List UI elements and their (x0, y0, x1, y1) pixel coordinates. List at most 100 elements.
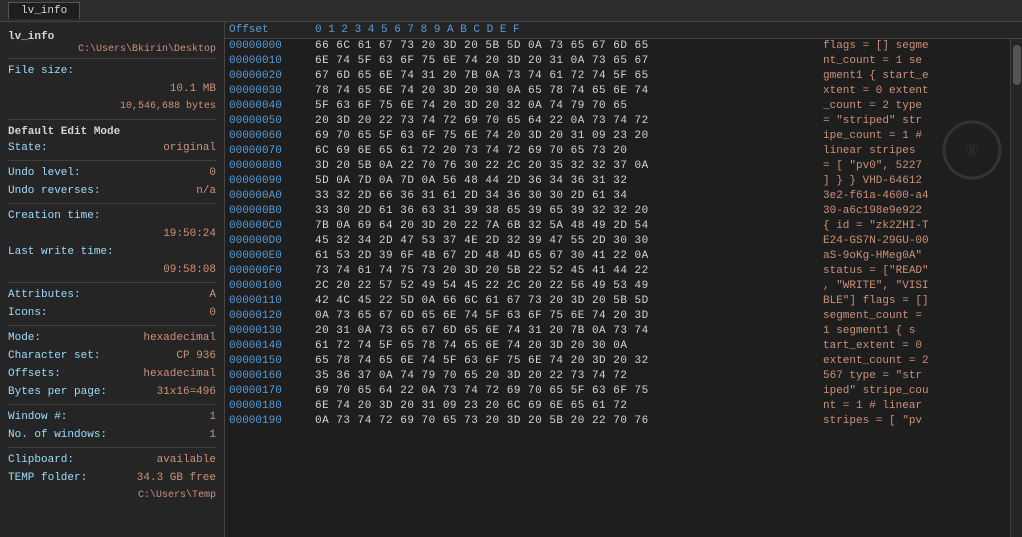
sidebar-bpp-value: 31x16=496 (157, 384, 216, 400)
ascii-text[interactable]: stripes = [ "pv (815, 414, 922, 429)
sidebar-bpp-label: Bytes per page: (8, 384, 107, 400)
sidebar-clipboard-label: Clipboard: (8, 452, 74, 468)
sidebar-undo-rev-label: Undo reverses: (8, 183, 100, 199)
ascii-text[interactable]: E24-GS7N-29GU-00 (815, 234, 929, 249)
scrollbar-thumb[interactable] (1013, 45, 1021, 85)
hex-bytes[interactable]: 67 6D 65 6E 74 31 20 7B 0A 73 74 61 72 7… (315, 69, 815, 84)
sidebar-offsets-row: Offsets: hexadecimal (8, 365, 216, 383)
offset-value: 00000010 (225, 54, 315, 69)
hex-bytes[interactable]: 6C 69 6E 65 61 72 20 73 74 72 69 70 65 7… (315, 144, 815, 159)
table-row: 00000160 35 36 37 0A 74 79 70 65 20 3D 2… (225, 369, 1010, 384)
table-row: 00000010 6E 74 5F 63 6F 75 6E 74 20 3D 2… (225, 54, 1010, 69)
offset-value: 00000060 (225, 129, 315, 144)
ascii-text[interactable]: nt_count = 1 se (815, 54, 922, 69)
ascii-text[interactable]: iped" stripe_cou (815, 384, 929, 399)
ascii-text[interactable]: _count = 2 type (815, 99, 922, 114)
sidebar-offsets-value: hexadecimal (143, 366, 216, 382)
ascii-text[interactable]: aS-9oKg-HMeg0A" (815, 249, 922, 264)
ascii-text[interactable]: ] } } VHD-64612 (815, 174, 922, 189)
sidebar-filesize-values: 10.1 MB (8, 80, 216, 98)
hex-bytes[interactable]: 45 32 34 2D 47 53 37 4E 2D 32 39 47 55 2… (315, 234, 815, 249)
ascii-text[interactable]: { id = "zk2ZHI-T (815, 219, 929, 234)
ascii-text[interactable]: 3e2-f61a-4600-a4 (815, 189, 929, 204)
hex-bytes[interactable]: 42 4C 45 22 5D 0A 66 6C 61 67 73 20 3D 2… (315, 294, 815, 309)
table-row: 000000A0 33 32 2D 66 36 31 61 2D 34 36 3… (225, 189, 1010, 204)
sidebar-icons-value: 0 (209, 305, 216, 321)
offset-value: 000000F0 (225, 264, 315, 279)
sidebar-mode-label: Mode: (8, 330, 41, 346)
table-row: 00000180 6E 74 20 3D 20 31 09 23 20 6C 6… (225, 399, 1010, 414)
sidebar-offsets-label: Offsets: (8, 366, 61, 382)
sidebar-window-label: Window #: (8, 409, 67, 425)
hex-header: Offset 0 1 2 3 4 5 6 7 8 9 A B C D E F (225, 22, 1022, 39)
ascii-text[interactable]: 567 type = "str (815, 369, 922, 384)
hex-bytes[interactable]: 35 36 37 0A 74 79 70 65 20 3D 20 22 73 7… (315, 369, 815, 384)
offset-value: 00000180 (225, 399, 315, 414)
sidebar: lv_info C:\Users\Bkirin\Desktop File siz… (0, 22, 225, 537)
hex-bytes[interactable]: 6E 74 20 3D 20 31 09 23 20 6C 69 6E 65 6… (315, 399, 815, 414)
offset-value: 00000190 (225, 414, 315, 429)
sidebar-icons-row: Icons: 0 (8, 304, 216, 322)
sidebar-mode-row: Mode: hexadecimal (8, 329, 216, 347)
hex-bytes[interactable]: 33 30 2D 61 36 63 31 39 38 65 39 65 39 3… (315, 204, 815, 219)
hex-bytes[interactable]: 69 70 65 64 22 0A 73 74 72 69 70 65 5F 6… (315, 384, 815, 399)
ascii-text[interactable]: = "striped" str (815, 114, 922, 129)
ascii-text[interactable]: nt = 1 # linear (815, 399, 922, 414)
table-row: 00000050 20 3D 20 22 73 74 72 69 70 65 6… (225, 114, 1010, 129)
hex-bytes[interactable]: 20 31 0A 73 65 67 6D 65 6E 74 31 20 7B 0… (315, 324, 815, 339)
ascii-text[interactable]: gment1 { start_e (815, 69, 929, 84)
hex-bytes[interactable]: 61 72 74 5F 65 78 74 65 6E 74 20 3D 20 3… (315, 339, 815, 354)
ascii-text[interactable]: flags = [] segme (815, 39, 929, 54)
table-row: 000000F0 73 74 61 74 75 73 20 3D 20 5B 2… (225, 264, 1010, 279)
ascii-text[interactable]: 30-a6c198e9e922 (815, 204, 922, 219)
table-row: 000000B0 33 30 2D 61 36 63 31 39 38 65 3… (225, 204, 1010, 219)
hex-bytes[interactable]: 0A 73 65 67 6D 65 6E 74 5F 63 6F 75 6E 7… (315, 309, 815, 324)
hex-bytes[interactable]: 61 53 2D 39 6F 4B 67 2D 48 4D 65 67 30 4… (315, 249, 815, 264)
tab-lv-info[interactable]: lv_info (8, 2, 80, 19)
hex-scroll-area[interactable]: 00000000 66 6C 61 67 73 20 3D 20 5B 5D 0… (225, 39, 1010, 537)
hex-content[interactable]: 00000000 66 6C 61 67 73 20 3D 20 5B 5D 0… (225, 39, 1022, 537)
sidebar-filesize-label: File size: (8, 63, 74, 79)
hex-bytes[interactable]: 5F 63 6F 75 6E 74 20 3D 20 32 0A 74 79 7… (315, 99, 815, 114)
hex-bytes[interactable]: 33 32 2D 66 36 31 61 2D 34 36 30 30 2D 6… (315, 189, 815, 204)
sidebar-temp-row: TEMP folder: 34.3 GB free (8, 469, 216, 487)
hex-bytes[interactable]: 66 6C 61 67 73 20 3D 20 5B 5D 0A 73 65 6… (315, 39, 815, 54)
offset-value: 00000110 (225, 294, 315, 309)
hex-bytes[interactable]: 20 3D 20 22 73 74 72 69 70 65 64 22 0A 7… (315, 114, 815, 129)
sidebar-filesize-bytes-val: 10,546,688 bytes (120, 99, 216, 115)
table-row: 00000060 69 70 65 5F 63 6F 75 6E 74 20 3… (225, 129, 1010, 144)
ascii-text[interactable]: ipe_count = 1 # (815, 129, 922, 144)
sidebar-undo-level-row: Undo level: 0 (8, 164, 216, 182)
ascii-text[interactable]: = [ "pv0", 5227 (815, 159, 922, 174)
sidebar-creation-value: 19:50:24 (163, 226, 216, 242)
scrollbar[interactable] (1010, 39, 1022, 537)
offset-value: 00000040 (225, 99, 315, 114)
sidebar-state-row: State: original (8, 139, 216, 157)
hex-bytes[interactable]: 0A 73 74 72 69 70 65 73 20 3D 20 5B 20 2… (315, 414, 815, 429)
hex-bytes[interactable]: 2C 20 22 57 52 49 54 45 22 2C 20 22 56 4… (315, 279, 815, 294)
hex-bytes[interactable]: 7B 0A 69 64 20 3D 20 22 7A 6B 32 5A 48 4… (315, 219, 815, 234)
ascii-text[interactable]: , "WRITE", "VISI (815, 279, 929, 294)
hex-bytes[interactable]: 6E 74 5F 63 6F 75 6E 74 20 3D 20 31 0A 7… (315, 54, 815, 69)
offset-value: 00000100 (225, 279, 315, 294)
ascii-text[interactable]: extent_count = 2 (815, 354, 929, 369)
offset-value: 000000B0 (225, 204, 315, 219)
hex-bytes[interactable]: 5D 0A 7D 0A 7D 0A 56 48 44 2D 36 34 36 3… (315, 174, 815, 189)
ascii-text[interactable]: tart_extent = 0 (815, 339, 922, 354)
ascii-text[interactable]: linear stripes (815, 144, 915, 159)
ascii-text[interactable]: xtent = 0 extent (815, 84, 929, 99)
offset-value: 00000140 (225, 339, 315, 354)
hex-bytes[interactable]: 65 78 74 65 6E 74 5F 63 6F 75 6E 74 20 3… (315, 354, 815, 369)
table-row: 00000040 5F 63 6F 75 6E 74 20 3D 20 32 0… (225, 99, 1010, 114)
ascii-text[interactable]: 1 segment1 { s (815, 324, 915, 339)
ascii-text[interactable]: BLE"] flags = [] (815, 294, 929, 309)
ascii-text[interactable]: status = ["READ" (815, 264, 929, 279)
ascii-text[interactable]: segment_count = (815, 309, 922, 324)
hex-bytes[interactable]: 73 74 61 74 75 73 20 3D 20 5B 22 52 45 4… (315, 264, 815, 279)
hex-bytes[interactable]: 3D 20 5B 0A 22 70 76 30 22 2C 20 35 32 3… (315, 159, 815, 174)
hex-bytes[interactable]: 78 74 65 6E 74 20 3D 20 30 0A 65 78 74 6… (315, 84, 815, 99)
offset-value: 00000070 (225, 144, 315, 159)
hex-rows: 00000000 66 6C 61 67 73 20 3D 20 5B 5D 0… (225, 39, 1010, 429)
sidebar-filesize-bytes: 10,546,688 bytes (8, 98, 216, 116)
hex-bytes[interactable]: 69 70 65 5F 63 6F 75 6E 74 20 3D 20 31 0… (315, 129, 815, 144)
